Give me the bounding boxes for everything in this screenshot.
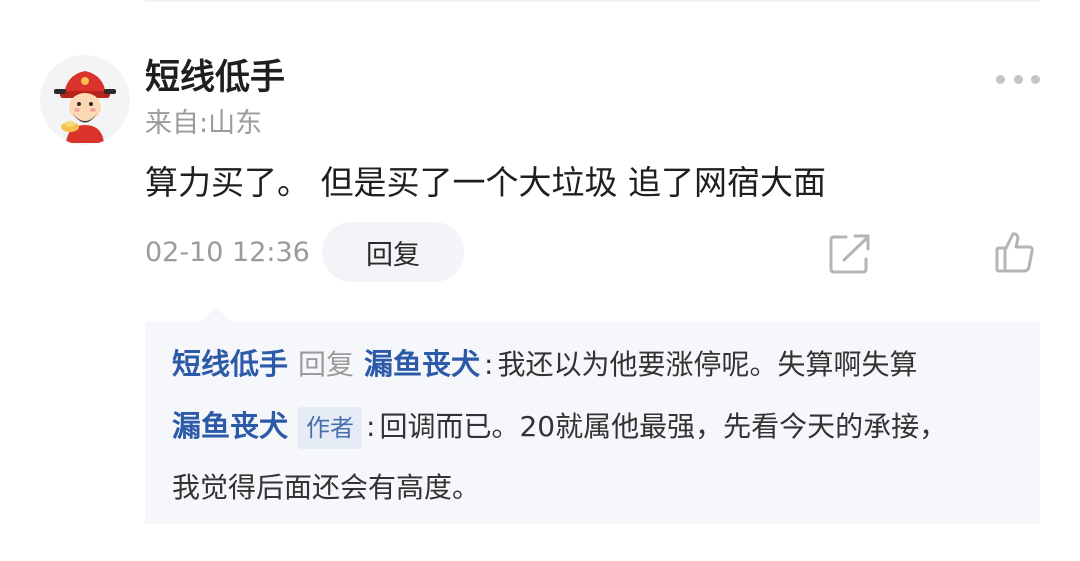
more-dots-icon <box>1013 74 1023 84</box>
reply-author-name[interactable]: 短线低手 <box>172 347 288 381</box>
reply-text: 回调而已。20就属他最强，先看今天的承接， <box>379 410 948 443</box>
reply-text: 我还以为他要涨停呢。失算啊失算 <box>497 348 918 381</box>
reply-verb: 回复 <box>298 348 355 381</box>
like-button[interactable] <box>994 230 1036 274</box>
top-divider <box>145 0 1040 2</box>
reply-colon: : <box>484 348 494 381</box>
reply-author-name[interactable]: 漏鱼丧犬 <box>172 409 288 443</box>
location-label: 来自:山东 <box>145 108 263 139</box>
reply-button[interactable]: 回复 <box>322 222 464 282</box>
author-badge: 作者 <box>298 407 363 449</box>
reply-item[interactable]: 漏鱼丧犬 作者: 回调而已。20就属他最强，先看今天的承接， <box>172 406 947 449</box>
comment-page: 短线低手 来自:山东 算力买了。 但是买了一个大垃圾 追了网宿大面 02-10 … <box>0 0 1080 561</box>
reply-colon: : <box>366 410 376 443</box>
avatar[interactable] <box>40 55 130 145</box>
reply-box-pointer <box>200 307 232 323</box>
more-dots-icon <box>1031 74 1040 84</box>
username[interactable]: 短线低手 <box>145 54 285 102</box>
comment-text: 算力买了。 但是买了一个大垃圾 追了网宿大面 <box>145 163 826 202</box>
caishen-avatar-icon <box>40 55 130 145</box>
more-options-button[interactable] <box>996 66 1040 92</box>
share-button[interactable] <box>828 233 872 275</box>
reply-item[interactable]: 短线低手 回复 漏鱼丧犬: 我还以为他要涨停呢。失算啊失算 <box>172 344 918 385</box>
comment-timestamp: 02-10 12:36 <box>145 237 310 268</box>
more-dots-icon <box>996 74 1005 84</box>
thumbs-up-icon <box>995 232 1034 273</box>
reply-text-continuation: 我觉得后面还会有高度。 <box>172 471 481 504</box>
reply-target-name[interactable]: 漏鱼丧犬 <box>364 347 480 381</box>
share-icon <box>829 234 870 274</box>
